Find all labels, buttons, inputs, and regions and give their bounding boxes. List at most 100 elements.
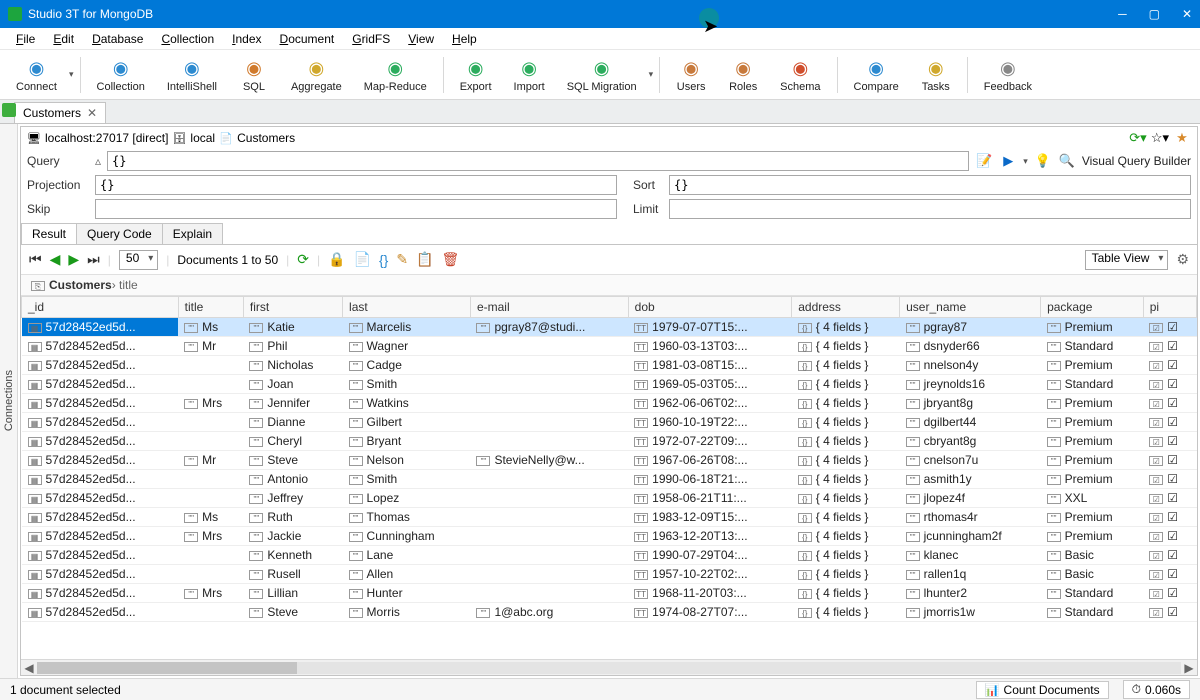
tab-close-icon[interactable]: ✕ <box>87 106 97 120</box>
result-tab-query-code[interactable]: Query Code <box>76 223 163 244</box>
column-header[interactable]: title <box>178 297 243 318</box>
lock-icon[interactable]: 🔒 <box>328 251 345 268</box>
settings-gear-icon[interactable]: ⚙ <box>1176 251 1189 268</box>
delete-document-icon[interactable]: 🗑 <box>442 251 460 268</box>
cell: {}{ 4 fields } <box>792 451 900 470</box>
column-header[interactable]: dob <box>628 297 792 318</box>
favorite-icon[interactable]: ☆▾ <box>1151 129 1169 147</box>
copy-document-icon[interactable]: 📋 <box>416 251 433 268</box>
chevron-down-icon[interactable]: ▾ <box>649 69 654 80</box>
cell: ""Wagner <box>343 337 471 356</box>
collapse-icon[interactable] <box>2 103 16 117</box>
chevron-down-icon[interactable]: ▾ <box>69 69 74 80</box>
toolbar-feedback[interactable]: ◉Feedback <box>974 55 1042 95</box>
table-row[interactable]: ▦57d28452ed5d...""Ms""Katie""Marcelis""p… <box>22 318 1197 337</box>
column-header[interactable]: e-mail <box>470 297 628 318</box>
collapse-query-icon[interactable]: ▵ <box>95 154 101 168</box>
limit-input[interactable] <box>669 199 1191 219</box>
table-row[interactable]: ▦57d28452ed5d...""Mr""Steve""Nelson""Ste… <box>22 451 1197 470</box>
column-header[interactable]: user_name <box>900 297 1041 318</box>
menu-index[interactable]: Index <box>224 30 269 48</box>
sort-input[interactable] <box>669 175 1191 195</box>
table-row[interactable]: ▦57d28452ed5d...""Joan""SmithTT1969-05-0… <box>22 375 1197 394</box>
menu-help[interactable]: Help <box>444 30 485 48</box>
close-button[interactable]: ✕ <box>1182 7 1192 21</box>
toolbar-schema[interactable]: ◉Schema <box>770 55 830 95</box>
visual-builder-icon[interactable]: 🔍 <box>1058 152 1076 170</box>
count-documents-button[interactable]: 📊 Count Documents <box>976 681 1109 699</box>
menu-file[interactable]: File <box>8 30 43 48</box>
table-row[interactable]: ▦57d28452ed5d...""Kenneth""LaneTT1990-07… <box>22 546 1197 565</box>
add-document-icon[interactable]: 📄 <box>354 251 371 268</box>
menu-document[interactable]: Document <box>272 30 343 48</box>
scroll-left-icon[interactable]: ◀ <box>21 661 37 675</box>
table-row[interactable]: ▦57d28452ed5d...""Steve""Morris""1@abc.o… <box>22 603 1197 622</box>
view-json-icon[interactable]: {} <box>379 252 388 268</box>
view-mode-select[interactable]: Table View <box>1085 250 1169 270</box>
edit-document-icon[interactable]: ✎ <box>396 251 408 268</box>
toolbar-sql[interactable]: ◉SQL <box>229 55 279 95</box>
toolbar-connect[interactable]: ◉Connect <box>6 55 67 95</box>
result-tab-explain[interactable]: Explain <box>162 223 223 244</box>
cell: ""Joan <box>243 375 342 394</box>
connections-pane-collapsed[interactable]: Connections <box>0 124 18 678</box>
refresh-button[interactable]: ⟳ <box>297 251 309 268</box>
table-row[interactable]: ▦57d28452ed5d...""Nicholas""CadgeTT1981-… <box>22 356 1197 375</box>
bookmark-icon[interactable]: ★ <box>1173 129 1191 147</box>
table-row[interactable]: ▦57d28452ed5d...""Mrs""Jennifer""Watkins… <box>22 394 1197 413</box>
toolbar-sql-migration[interactable]: ◉SQL Migration <box>557 55 647 95</box>
toolbar-export[interactable]: ◉Export <box>450 55 502 95</box>
last-page-button[interactable]: ⏭ <box>87 251 100 268</box>
toolbar-users[interactable]: ◉Users <box>666 55 716 95</box>
table-row[interactable]: ▦57d28452ed5d...""Rusell""AllenTT1957-10… <box>22 565 1197 584</box>
first-page-button[interactable]: ⏮ <box>29 251 42 268</box>
next-page-button[interactable]: ▶ <box>68 251 79 268</box>
cell: ""Mrs <box>178 394 243 413</box>
column-header[interactable]: last <box>343 297 471 318</box>
table-row[interactable]: ▦57d28452ed5d...""Cheryl""BryantTT1972-0… <box>22 432 1197 451</box>
history-dropdown-icon[interactable]: ⟳▾ <box>1129 129 1147 147</box>
table-row[interactable]: ▦57d28452ed5d...""Dianne""GilbertTT1960-… <box>22 413 1197 432</box>
menu-edit[interactable]: Edit <box>45 30 82 48</box>
toolbar-roles[interactable]: ◉Roles <box>718 55 768 95</box>
toolbar-aggregate[interactable]: ◉Aggregate <box>281 55 352 95</box>
query-input[interactable] <box>107 151 969 171</box>
cell: ""Thomas <box>343 508 471 527</box>
edit-query-icon[interactable]: 📝 <box>975 152 993 170</box>
results-table-wrap[interactable]: _idtitlefirstlaste-maildobaddressuser_na… <box>21 296 1197 659</box>
result-tab-result[interactable]: Result <box>21 223 77 244</box>
menu-gridfs[interactable]: GridFS <box>344 30 398 48</box>
table-row[interactable]: ▦57d28452ed5d...""Antonio""SmithTT1990-0… <box>22 470 1197 489</box>
menu-view[interactable]: View <box>400 30 442 48</box>
table-row[interactable]: ▦57d28452ed5d...""Mr""Phil""WagnerTT1960… <box>22 337 1197 356</box>
prev-page-button[interactable]: ◀ <box>50 251 61 268</box>
projection-input[interactable] <box>95 175 617 195</box>
toolbar-tasks[interactable]: ◉Tasks <box>911 55 961 95</box>
toolbar-compare[interactable]: ◉Compare <box>844 55 909 95</box>
toolbar-collection[interactable]: ◉Collection <box>87 55 155 95</box>
table-row[interactable]: ▦57d28452ed5d...""Mrs""Jackie""Cunningha… <box>22 527 1197 546</box>
column-header[interactable]: package <box>1041 297 1144 318</box>
toolbar-intellishell[interactable]: ◉IntelliShell <box>157 55 227 95</box>
minimize-button[interactable]: ─ <box>1118 7 1127 21</box>
column-header[interactable]: first <box>243 297 342 318</box>
run-query-button[interactable]: ▶ <box>999 152 1017 170</box>
toolbar-map-reduce[interactable]: ◉Map-Reduce <box>354 55 437 95</box>
menu-database[interactable]: Database <box>84 30 151 48</box>
column-header[interactable]: address <box>792 297 900 318</box>
menu-collection[interactable]: Collection <box>153 30 222 48</box>
horizontal-scrollbar[interactable]: ◀ ▶ <box>21 659 1197 675</box>
column-header[interactable]: pi <box>1143 297 1196 318</box>
visual-query-builder-link[interactable]: Visual Query Builder <box>1082 154 1191 168</box>
hint-icon[interactable]: 💡 <box>1034 152 1052 170</box>
maximize-button[interactable]: ▢ <box>1149 7 1160 21</box>
toolbar-import[interactable]: ◉Import <box>504 55 555 95</box>
skip-input[interactable] <box>95 199 617 219</box>
page-size-select[interactable]: 50 <box>119 250 158 270</box>
table-row[interactable]: ▦57d28452ed5d...""Ms""Ruth""ThomasTT1983… <box>22 508 1197 527</box>
tab-customers[interactable]: Customers ✕ <box>14 102 106 123</box>
table-row[interactable]: ▦57d28452ed5d...""Mrs""Lillian""HunterTT… <box>22 584 1197 603</box>
column-header[interactable]: _id <box>22 297 179 318</box>
table-row[interactable]: ▦57d28452ed5d...""Jeffrey""LopezTT1958-0… <box>22 489 1197 508</box>
scroll-right-icon[interactable]: ▶ <box>1181 661 1197 675</box>
